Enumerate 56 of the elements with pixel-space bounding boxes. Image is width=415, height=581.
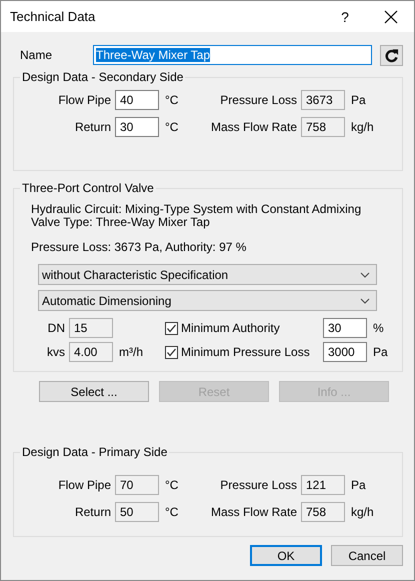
readonly-field[interactable]: 121 (301, 475, 345, 495)
input-field[interactable]: 30 (115, 117, 159, 137)
field-label: Flow Pipe (57, 93, 111, 107)
name-field[interactable]: Three-Way Mixer Tap (93, 45, 372, 65)
unit-label: m³/h (118, 345, 144, 359)
refresh-icon (384, 48, 399, 62)
unit-label: Pa (372, 345, 389, 359)
unit-label: % (372, 321, 385, 335)
action-button[interactable]: Select ... (39, 381, 149, 402)
input-field[interactable]: 3000 (323, 342, 367, 362)
checkbox-label: Minimum Pressure Loss (181, 345, 310, 359)
window-title: Technical Data (10, 9, 96, 24)
unit-label: °C (164, 93, 180, 107)
close-icon[interactable] (384, 10, 398, 24)
chevron-down-icon (360, 272, 370, 278)
field-label: Pressure Loss (219, 93, 297, 107)
input-field[interactable]: 30 (323, 318, 367, 338)
checkbox-label: Minimum Authority (181, 321, 280, 335)
unit-label: °C (164, 120, 180, 134)
refresh-button[interactable] (380, 44, 403, 66)
summary-text: Pressure Loss: 3673 Pa, Authority: 97 % (31, 240, 248, 254)
unit-label: °C (164, 505, 180, 519)
checkbox[interactable] (165, 346, 178, 358)
help-button[interactable]: ? (322, 8, 368, 24)
group-title: Design Data - Primary Side (21, 445, 168, 459)
field-label: DN (46, 321, 65, 335)
field-label: Pressure Loss (219, 478, 297, 492)
readonly-field[interactable]: 758 (301, 117, 345, 137)
readonly-field[interactable]: 4.00 (69, 342, 113, 362)
group-title: Design Data - Secondary Side (21, 70, 184, 84)
dialog-button[interactable]: Cancel (331, 545, 403, 566)
unit-label: kg/h (350, 505, 375, 519)
dropdown[interactable]: without Characteristic Specification (38, 264, 377, 285)
unit-label: Pa (350, 478, 367, 492)
readonly-field[interactable]: 50 (115, 502, 159, 522)
info-text: Hydraulic Circuit: Mixing-Type System with Constant Admixing Valve Type: Three-Way Mixer Tap (31, 203, 362, 229)
input-field[interactable]: 40 (115, 90, 159, 110)
field-label: kvs (46, 345, 65, 359)
readonly-field[interactable]: 15 (69, 318, 113, 338)
unit-label: °C (164, 478, 180, 492)
field-label: Mass Flow Rate (210, 120, 297, 134)
dialog-button[interactable]: OK (250, 545, 322, 566)
unit-label: Pa (350, 93, 367, 107)
field-label: Return (74, 120, 111, 134)
checkbox[interactable] (165, 322, 178, 334)
field-label: Mass Flow Rate (210, 505, 297, 519)
readonly-field[interactable]: 758 (301, 502, 345, 522)
chevron-down-icon (360, 298, 370, 304)
name-label: Name (20, 48, 54, 62)
unit-label: kg/h (350, 120, 375, 134)
readonly-field[interactable]: 70 (115, 475, 159, 495)
readonly-field[interactable]: 3673 (301, 90, 345, 110)
dropdown[interactable]: Automatic Dimensioning (38, 290, 377, 311)
group-title: Three-Port Control Valve (21, 181, 155, 195)
field-label: Flow Pipe (57, 478, 111, 492)
field-label: Return (74, 505, 111, 519)
